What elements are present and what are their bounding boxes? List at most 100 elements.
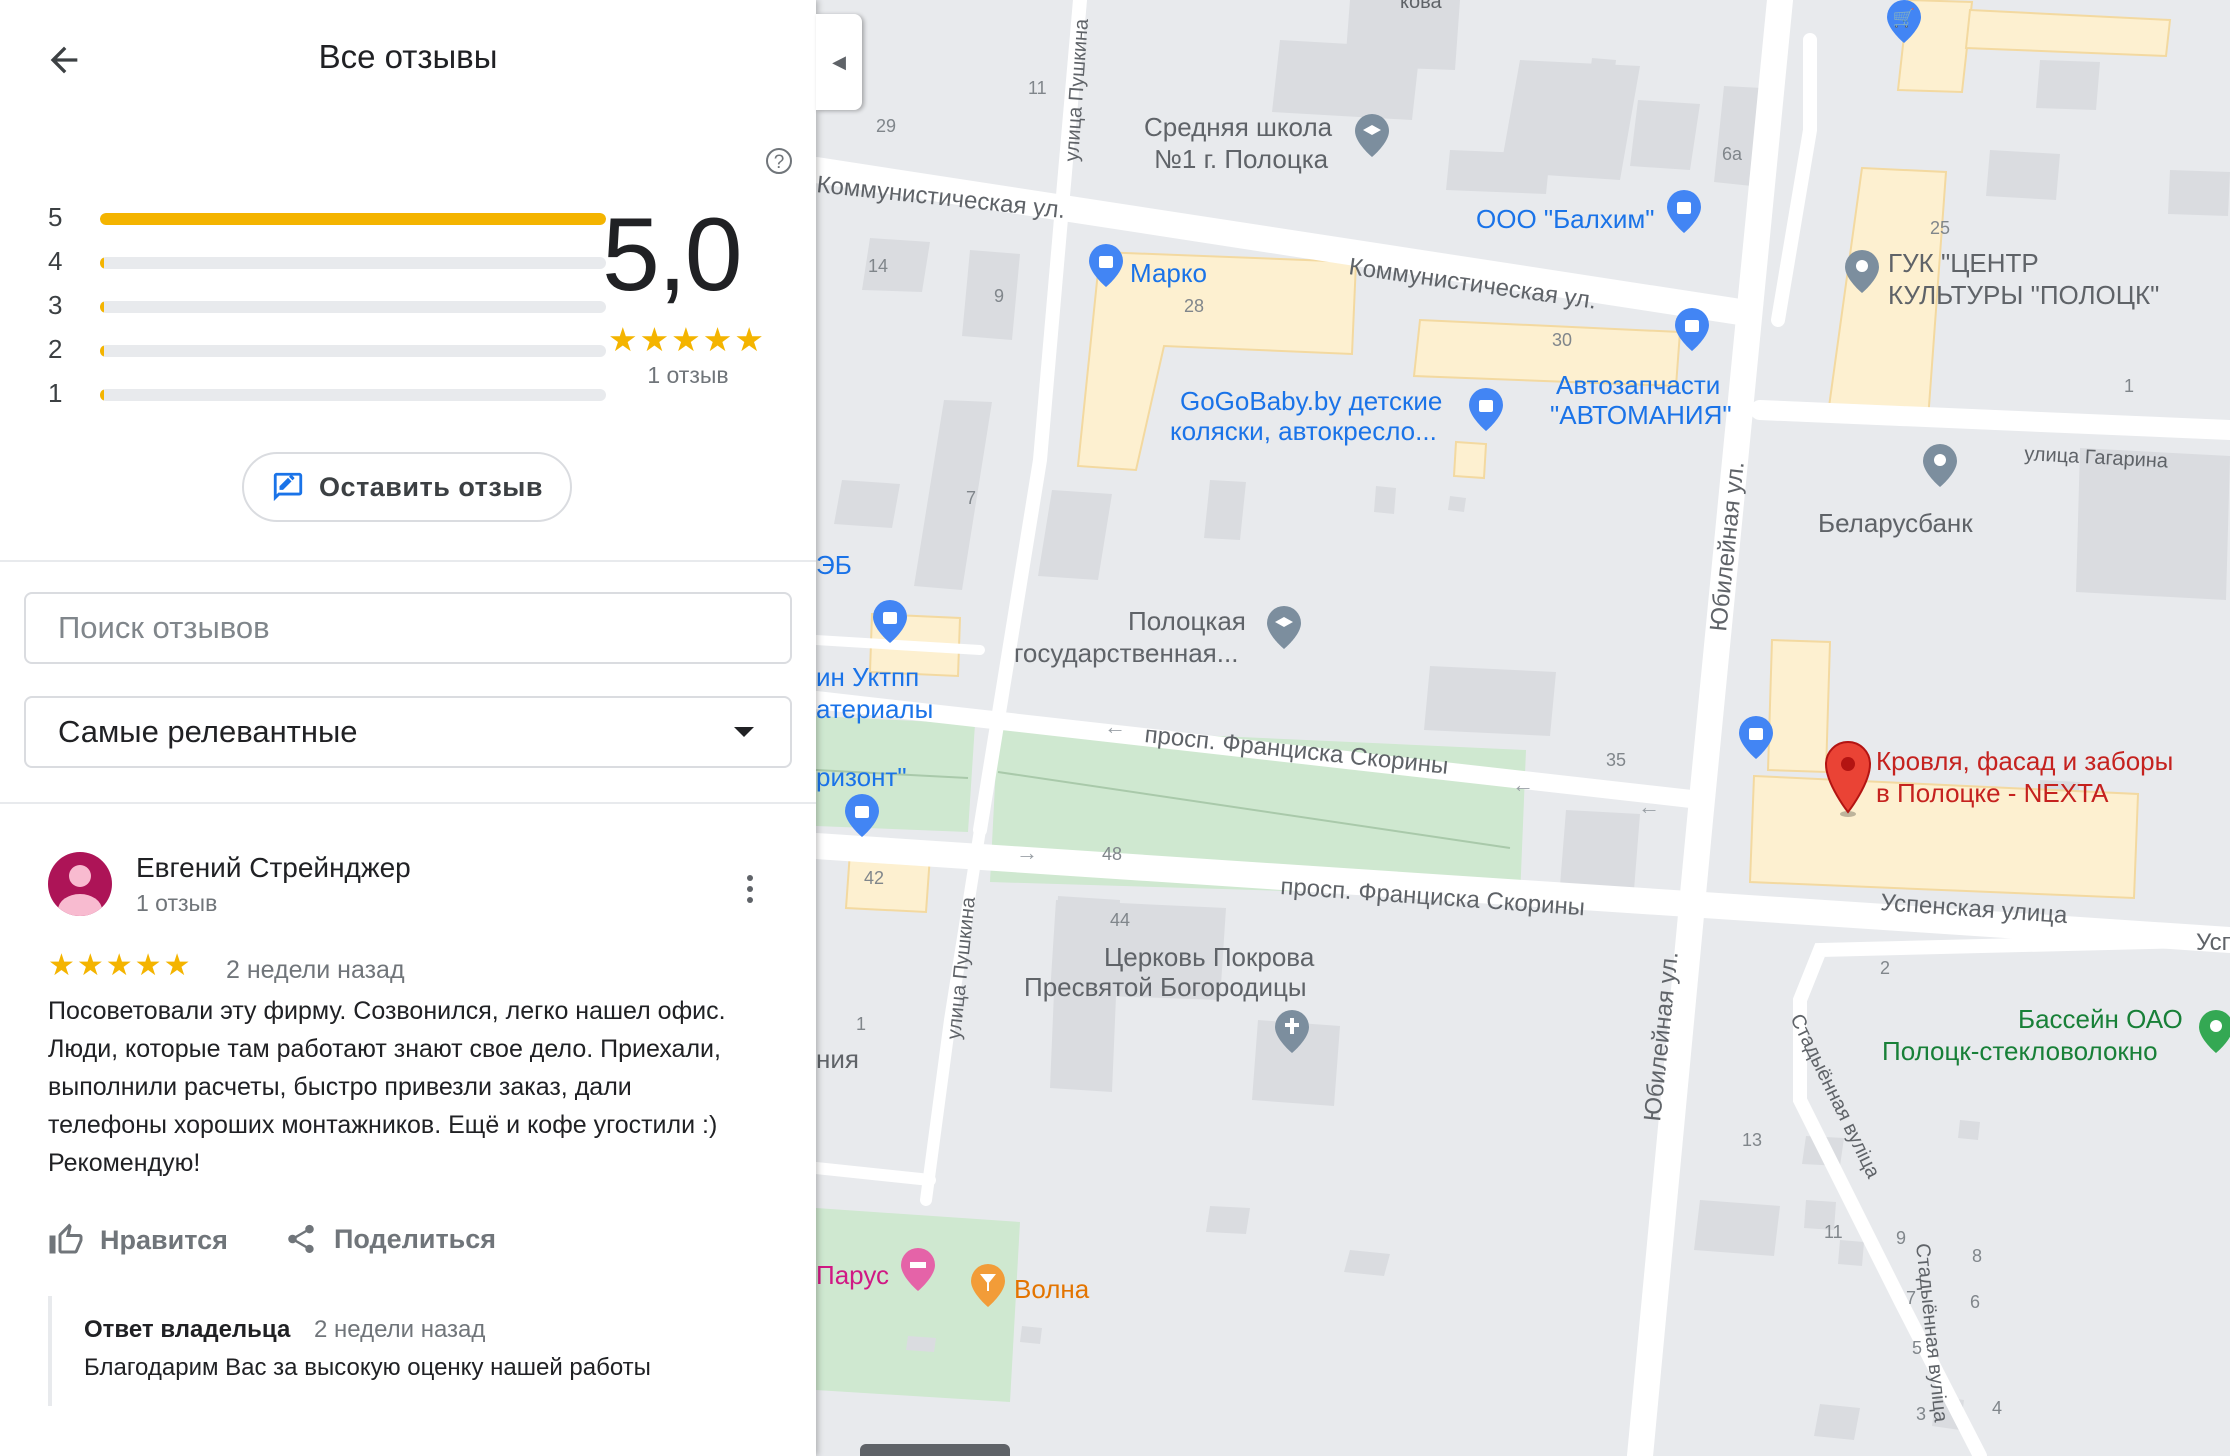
place-label: ООО "Балхим" — [1476, 204, 1654, 234]
svg-text:2: 2 — [1880, 958, 1890, 978]
average-stars: ★★★★★ — [608, 321, 766, 358]
share-label: Поделиться — [334, 1223, 497, 1254]
svg-text:9: 9 — [994, 286, 1004, 306]
like-button[interactable]: Нравится — [48, 1222, 228, 1258]
place-label: ризонт" — [816, 762, 907, 792]
divider — [0, 560, 816, 562]
svg-text:11: 11 — [1824, 1222, 1843, 1242]
avatar[interactable] — [48, 852, 112, 916]
place-label: атериалы — [816, 694, 933, 724]
svg-text:42: 42 — [864, 868, 884, 888]
place-label: Парус — [816, 1260, 889, 1290]
write-review-button[interactable]: Оставить отзыв — [242, 452, 572, 522]
svg-text:28: 28 — [1184, 296, 1204, 316]
histogram-row: 1 — [48, 378, 608, 408]
svg-text:13: 13 — [1742, 1130, 1762, 1150]
svg-text:1: 1 — [2124, 376, 2134, 396]
review-stars: ★★★★★ — [48, 949, 193, 982]
place-label: ГУК "ЦЕНТР — [1888, 248, 2039, 278]
owner-reply: Ответ владельца 2 недели назад Благодари… — [48, 1296, 772, 1406]
histogram-star-label: 3 — [48, 290, 63, 320]
histogram-star-label: 4 — [48, 246, 63, 276]
review-text: Посоветовали эту фирму. Созвонился, легк… — [48, 997, 726, 1177]
thumb-up-icon — [49, 1223, 83, 1254]
street-label: кова — [1400, 0, 1442, 13]
sort-selected-value: Самые релевантные — [58, 714, 358, 749]
place-label: ЭБ — [816, 550, 852, 580]
place-label: Марко — [1130, 258, 1207, 288]
place-label: GoGoBaby.by детские — [1180, 386, 1442, 416]
selected-place-label: Кровля, фасад и заборы — [1876, 746, 2173, 776]
histogram-bar — [100, 257, 606, 269]
svg-text:9: 9 — [1896, 1228, 1906, 1248]
search-reviews-input[interactable] — [24, 592, 792, 664]
place-label: ния — [816, 1044, 859, 1074]
svg-text:1: 1 — [856, 1014, 866, 1034]
place-label: Церковь Покрова — [1104, 942, 1315, 972]
user-silhouette-icon — [58, 865, 102, 916]
share-button[interactable]: Поделиться — [284, 1222, 496, 1256]
selected-place-label: в Полоцке - NEXTA — [1876, 778, 2109, 808]
svg-text:→: → — [1016, 840, 1038, 865]
dropdown-caret-icon — [734, 727, 754, 737]
svg-text:←: ← — [1512, 772, 1534, 797]
histogram-star-label: 5 — [48, 202, 63, 232]
svg-text:30: 30 — [1552, 330, 1572, 350]
svg-text:4: 4 — [1992, 1398, 2002, 1418]
histogram-bar-fill — [100, 345, 104, 357]
more-options-icon[interactable] — [740, 872, 760, 906]
owner-reply-text: Благодарим Вас за высокую оценку нашей р… — [84, 1354, 651, 1381]
imagery-thumbnail[interactable] — [860, 1444, 1010, 1456]
histogram-star-label: 1 — [48, 378, 63, 408]
owner-reply-title: Ответ владельца — [84, 1316, 291, 1343]
histogram-row: 2 — [48, 334, 608, 364]
reviews-panel: Все отзывы ? 5 4 3 2 1 5,0 ★★★★★ 1 отзыв Ост… — [0, 0, 816, 1456]
place-label: государственная... — [1014, 638, 1238, 668]
caret-left-icon: ◀ — [832, 51, 846, 72]
histogram-bar — [100, 345, 606, 357]
svg-text:🛒: 🛒 — [1893, 7, 1915, 28]
write-review-label: Оставить отзыв — [319, 471, 543, 502]
histogram-row: 3 — [48, 290, 608, 320]
page-title: Все отзывы — [318, 38, 498, 75]
histogram-bar — [100, 213, 606, 225]
place-label: Автозапчасти — [1556, 370, 1720, 400]
svg-text:←: ← — [1638, 794, 1660, 819]
histogram-row: 4 — [48, 246, 608, 276]
average-rating: 5,0 — [602, 197, 743, 313]
svg-text:7: 7 — [1906, 1288, 1916, 1308]
svg-text:25: 25 — [1930, 218, 1950, 238]
svg-text:7: 7 — [966, 488, 976, 508]
place-label: ин Уктпп — [816, 662, 919, 692]
place-label: №1 г. Полоцка — [1154, 144, 1329, 174]
svg-text:6а: 6а — [1722, 144, 1743, 164]
histogram-bar-fill — [100, 213, 606, 225]
review-count: 1 отзыв — [647, 362, 729, 388]
street-label: Усп — [2196, 929, 2230, 956]
histogram-row: 5 — [48, 202, 608, 232]
share-icon — [288, 1224, 314, 1254]
histogram-bar — [100, 301, 606, 313]
histogram-bar — [100, 389, 606, 401]
histogram-bar-fill — [100, 389, 104, 401]
svg-text:14: 14 — [868, 256, 888, 276]
svg-text:6: 6 — [1970, 1292, 1980, 1312]
histogram-bar-fill — [100, 301, 104, 313]
collapse-panel-button[interactable]: ◀ — [816, 14, 862, 110]
place-label: КУЛЬТУРЫ "ПОЛОЦК" — [1888, 280, 2159, 310]
owner-reply-date: 2 недели назад — [314, 1316, 486, 1343]
svg-text:11: 11 — [1028, 78, 1047, 98]
place-label: "АВТОМАНИЯ" — [1550, 400, 1732, 430]
sort-dropdown[interactable]: Самые релевантные — [24, 696, 792, 768]
place-label: коляски, автокресло... — [1170, 416, 1437, 446]
svg-text:3: 3 — [1916, 1404, 1926, 1424]
place-label: Полоцкая — [1128, 606, 1246, 636]
svg-text:29: 29 — [876, 116, 896, 136]
place-label: Волна — [1014, 1274, 1090, 1304]
place-label: Полоцк-стекловолокно — [1882, 1036, 2158, 1066]
review-author[interactable]: Евгений Стрейнджер — [136, 852, 411, 884]
svg-text:44: 44 — [1110, 910, 1130, 930]
help-icon[interactable]: ? — [766, 148, 792, 174]
histogram-star-label: 2 — [48, 334, 63, 364]
svg-text:8: 8 — [1972, 1246, 1982, 1266]
